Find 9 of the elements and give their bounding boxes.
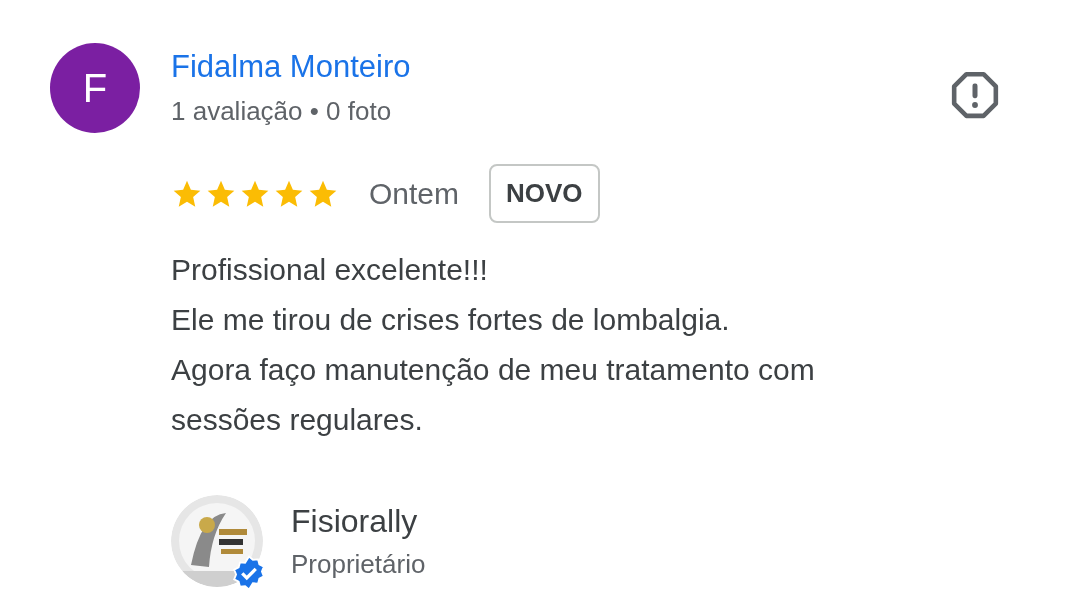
avatar: F xyxy=(50,43,140,133)
new-badge: NOVO xyxy=(489,164,600,223)
report-icon[interactable] xyxy=(950,70,1000,120)
reviewer-name[interactable]: Fidalma Monteiro xyxy=(171,43,950,91)
review-date: Ontem xyxy=(369,176,460,212)
owner-role: Proprietário xyxy=(291,548,426,581)
review-text: Profissional excelente!!! Ele me tirou de crises fortes de lombalgia. Agora faço manutenção de meu tratamento com sessões regulares. xyxy=(171,252,816,438)
reviewer-stats: 1 avaliação • 0 foto xyxy=(171,95,393,128)
owner-name: Fisiorally xyxy=(291,502,419,541)
